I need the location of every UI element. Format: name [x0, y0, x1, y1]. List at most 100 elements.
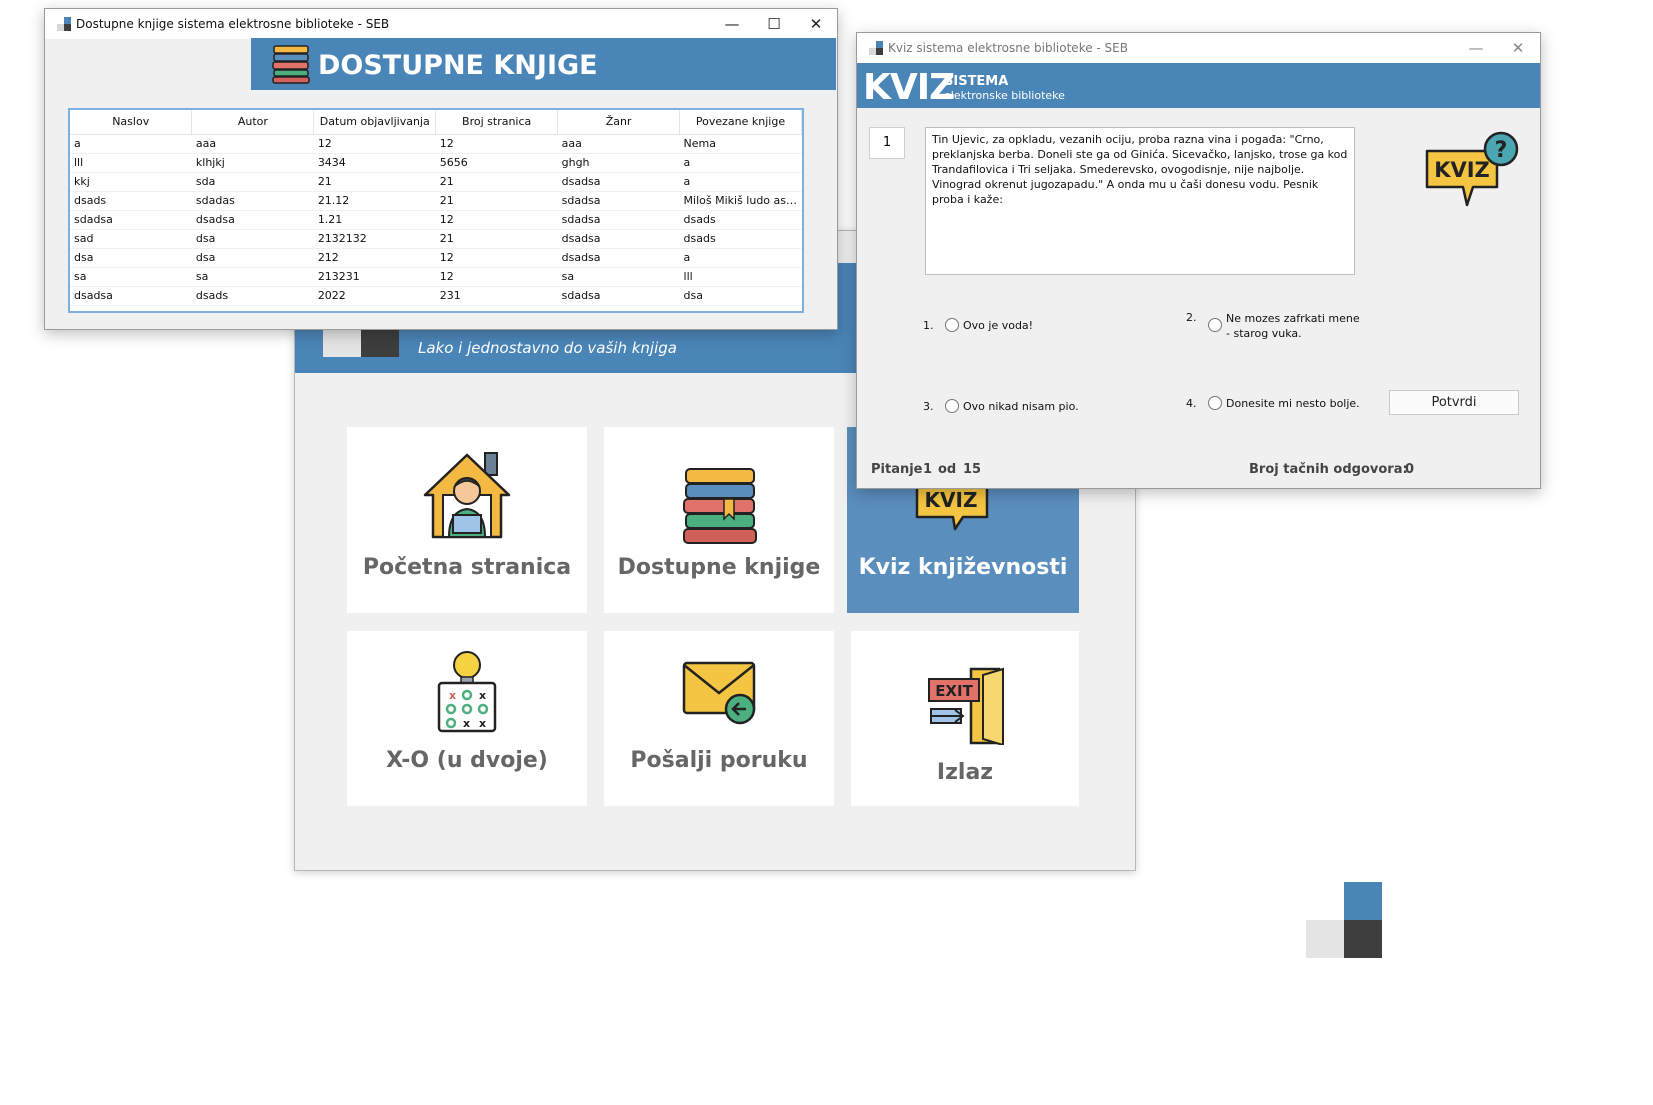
- answer-1-radio[interactable]: [945, 318, 959, 332]
- envelope-icon: [682, 661, 756, 725]
- answer-2-text[interactable]: Ne mozes zafrkati mene - starog vuka.: [1226, 311, 1366, 341]
- table-cell: dsa: [191, 248, 314, 268]
- table-row[interactable]: a aaa 12 12 aaa Nema: [70, 134, 802, 154]
- answer-2-radio[interactable]: [1208, 318, 1222, 332]
- question-total: 15: [963, 462, 982, 477]
- books-header-icon: [272, 45, 310, 84]
- books-window: Dostupne knjige sistema elektrosne bibli…: [44, 8, 838, 330]
- tile-books[interactable]: Dostupne knjige: [604, 427, 834, 613]
- table-cell: dsadsa: [557, 229, 680, 249]
- table-cell: aaa: [557, 134, 680, 154]
- column-header[interactable]: Autor: [191, 110, 315, 135]
- table-row[interactable]: sa sa 213231 12 sa lll: [70, 267, 802, 287]
- svg-text:x: x: [449, 689, 456, 702]
- answer-3-text[interactable]: Ovo nikad nisam pio.: [963, 399, 1079, 414]
- table-cell: a: [679, 248, 802, 268]
- table-cell: dsadsa: [191, 210, 314, 230]
- question-label: Pitanje: [871, 462, 923, 477]
- tile-quiz-label: Kviz književnosti: [858, 555, 1068, 580]
- table-cell: lll: [679, 267, 802, 287]
- svg-text:?: ?: [1495, 138, 1508, 163]
- table-cell: sdadsa: [557, 191, 680, 211]
- table-cell: sa: [557, 267, 680, 287]
- table-row[interactable]: sad dsa 2132132 21 dsadsa dsads: [70, 229, 802, 249]
- table-cell: 212: [313, 248, 436, 268]
- table-cell: Nema: [679, 134, 802, 154]
- table-cell: 213231: [313, 267, 436, 287]
- exit-icon: EXIT: [928, 667, 1004, 745]
- quiz-titlebar[interactable]: Kviz sistema elektrosne biblioteke - SEB…: [857, 33, 1540, 63]
- quiz-window: Kviz sistema elektrosne biblioteke - SEB…: [856, 32, 1541, 489]
- tile-books-label: Dostupne knjige: [617, 555, 821, 580]
- table-cell: sdadas: [191, 191, 314, 211]
- svg-text:x: x: [479, 717, 486, 730]
- answer-3-number: 3.: [923, 400, 934, 413]
- column-header[interactable]: Broj stranica: [435, 110, 559, 135]
- table-row[interactable]: kkj sda 21 21 dsadsa a: [70, 172, 802, 192]
- svg-text:x: x: [479, 689, 486, 702]
- confirm-button[interactable]: Potvrdi: [1389, 390, 1519, 415]
- svg-text:x: x: [463, 717, 470, 730]
- minimize-button[interactable]: —: [711, 9, 753, 39]
- quiz-header-sistema: SISTEMA: [944, 74, 1009, 89]
- table-row[interactable]: dsa dsa 212 12 dsadsa a: [70, 248, 802, 268]
- tile-exit-label: Izlaz: [936, 760, 994, 785]
- books-window-title: Dostupne knjige sistema elektrosne bibli…: [76, 17, 390, 31]
- table-cell: sa: [70, 267, 192, 287]
- table-cell: sa: [191, 267, 314, 287]
- table-row[interactable]: sdadsa dsadsa 1.21 12 sdadsa dsads: [70, 210, 802, 230]
- column-header[interactable]: Naslov: [70, 110, 193, 135]
- quiz-header-title: KVIZ: [863, 67, 955, 108]
- table-row[interactable]: dsads sdadas 21.12 21 sdadsa Miloš Mikiš ludo…: [70, 191, 802, 211]
- table-cell: dsads: [679, 210, 802, 230]
- answer-1-text[interactable]: Ovo je voda!: [963, 318, 1033, 333]
- books-table[interactable]: Naslov Autor Datum objavljivanja Broj st…: [70, 110, 802, 306]
- correct-answers-label: Broj tačnih odgovora:: [1249, 462, 1408, 477]
- table-cell: sdadsa: [70, 210, 192, 230]
- column-header[interactable]: Žanr: [557, 110, 681, 135]
- table-cell: a: [70, 134, 192, 154]
- minimize-button[interactable]: —: [1455, 33, 1497, 63]
- table-cell: sdadsa: [557, 286, 680, 306]
- kviz-icon-text: KVIZ: [1434, 158, 1490, 182]
- quiz-header: KVIZ SISTEMA elektronske biblioteke: [857, 63, 1540, 108]
- answer-4-radio[interactable]: [1208, 396, 1222, 410]
- tile-tictactoe-label: X-O (u dvoje): [386, 748, 548, 773]
- question-number: 1: [869, 127, 905, 159]
- tile-home-label: Početna stranica: [362, 555, 572, 580]
- table-cell: 1.21: [313, 210, 436, 230]
- answer-4-text[interactable]: Donesite mi nesto bolje.: [1226, 396, 1360, 411]
- corner-logo-blue: [1344, 882, 1382, 920]
- table-cell: dsads: [70, 191, 192, 211]
- books-header-title: DOSTUPNE KNJIGE: [318, 50, 598, 81]
- table-cell: 12: [435, 267, 558, 287]
- tile-tictactoe[interactable]: x x x x X-O (u dvoje): [347, 631, 587, 806]
- tile-home[interactable]: Početna stranica: [347, 427, 587, 613]
- answer-1-number: 1.: [923, 319, 934, 332]
- tile-exit[interactable]: EXIT Izlaz: [851, 631, 1079, 806]
- table-cell: ghgh: [557, 153, 680, 173]
- column-header[interactable]: Povezane knjige: [679, 110, 802, 135]
- table-cell: 231: [435, 286, 558, 306]
- table-cell: 2132132: [313, 229, 436, 249]
- books-titlebar[interactable]: Dostupne knjige sistema elektrosne bibli…: [45, 9, 837, 39]
- table-cell: 21: [313, 172, 436, 192]
- table-cell: a: [679, 172, 802, 192]
- table-row[interactable]: lll klhjkj 3434 5656 ghgh a: [70, 153, 802, 173]
- answer-2-number: 2.: [1186, 311, 1197, 324]
- tile-message[interactable]: Pošalji poruku: [604, 631, 834, 806]
- column-header[interactable]: Datum objavljivanja: [313, 110, 437, 135]
- table-row[interactable]: dsadsa dsads 2022 231 sdadsa dsa: [70, 286, 802, 306]
- books-table-container[interactable]: Naslov Autor Datum objavljivanja Broj st…: [68, 108, 804, 313]
- close-button[interactable]: ✕: [795, 9, 837, 39]
- table-cell: 21.12: [313, 191, 436, 211]
- table-cell: dsadsa: [557, 248, 680, 268]
- table-cell: 21: [435, 172, 558, 192]
- table-cell: 12: [435, 210, 558, 230]
- maximize-button[interactable]: ☐: [753, 9, 795, 39]
- table-header-row: Naslov Autor Datum objavljivanja Broj st…: [70, 110, 802, 135]
- correct-answers-count: 0: [1405, 462, 1415, 477]
- close-button[interactable]: ✕: [1497, 33, 1539, 63]
- table-cell: dsadsa: [70, 286, 192, 306]
- answer-3-radio[interactable]: [945, 399, 959, 413]
